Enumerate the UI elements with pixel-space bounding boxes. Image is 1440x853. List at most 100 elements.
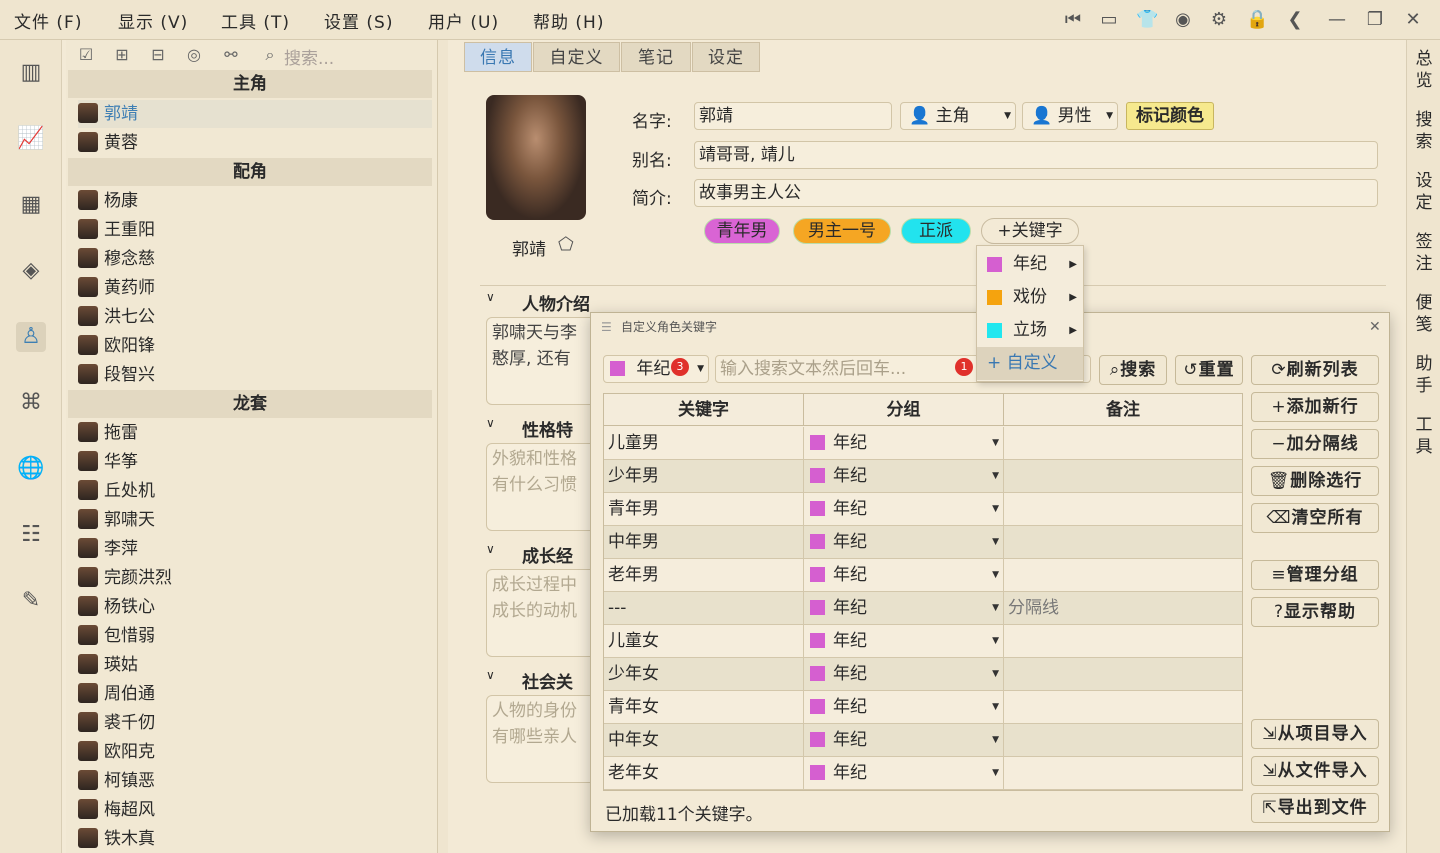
character-item[interactable]: 周伯通 <box>78 680 432 708</box>
tab-notes[interactable]: 笔记 <box>621 42 691 72</box>
note-cell[interactable] <box>1004 427 1242 459</box>
column-header-keyword[interactable]: 关键字 <box>604 394 804 426</box>
user-icon[interactable]: ◉ <box>1172 9 1194 31</box>
edit-icon[interactable]: ✎ <box>16 586 46 616</box>
keyword-cell[interactable]: 中年男 <box>604 526 804 558</box>
menu-tools[interactable]: 工具 (T) <box>221 8 290 33</box>
eye-icon[interactable]: ◎ <box>184 45 204 65</box>
right-tab-memo[interactable]: 便笺 <box>1407 292 1440 336</box>
add-separator-button[interactable]: −加分隔线 <box>1251 429 1379 459</box>
gear-icon[interactable]: ⚙ <box>1208 9 1230 31</box>
delete-row-button[interactable]: 🗑删除选行 <box>1251 466 1379 496</box>
table-row[interactable]: 老年男 年纪 ▼ <box>604 559 1242 592</box>
group-cell[interactable]: 年纪 ▼ <box>804 691 1004 723</box>
keyword-cell[interactable]: 儿童男 <box>604 427 804 459</box>
character-item[interactable]: 铁木真 <box>78 825 432 853</box>
note-cell[interactable] <box>1004 559 1242 591</box>
character-item[interactable]: 华筝 <box>78 448 432 476</box>
command-icon[interactable]: ⌘ <box>16 388 46 418</box>
clear-all-button[interactable]: ⌫清空所有 <box>1251 503 1379 533</box>
keyword-cell[interactable]: 老年女 <box>604 757 804 789</box>
chart-icon[interactable]: 📈 <box>16 124 46 154</box>
right-tab-settings[interactable]: 设定 <box>1407 170 1440 214</box>
note-cell[interactable] <box>1004 691 1242 723</box>
keyword-cell[interactable]: 青年男 <box>604 493 804 525</box>
group-cell[interactable]: 年纪 ▼ <box>804 493 1004 525</box>
character-item[interactable]: 郭啸天 <box>78 506 432 534</box>
close-icon[interactable]: ✕ <box>1369 313 1381 341</box>
character-item[interactable]: 郭靖 <box>78 100 432 128</box>
globe-icon[interactable]: 🌐 <box>16 454 46 484</box>
menu-help[interactable]: 帮助 (H) <box>533 8 604 33</box>
mark-color-button[interactable]: 标记颜色 <box>1126 102 1214 130</box>
search-button[interactable]: ⌕搜索 <box>1099 355 1167 385</box>
lock-icon[interactable]: 🔒 <box>1246 9 1268 31</box>
table-row[interactable]: 中年女 年纪 ▼ <box>604 724 1242 757</box>
tab-info[interactable]: 信息 <box>464 42 532 72</box>
refresh-list-button[interactable]: ⟳刷新列表 <box>1251 355 1379 385</box>
books-icon[interactable]: ▥ <box>16 58 46 88</box>
keyword-cell[interactable]: 青年女 <box>604 691 804 723</box>
character-item[interactable]: 洪七公 <box>78 303 432 331</box>
keyword-cell[interactable]: 老年男 <box>604 559 804 591</box>
character-item[interactable]: 瑛姑 <box>78 651 432 679</box>
character-item[interactable]: 欧阳锋 <box>78 332 432 360</box>
table-row[interactable]: 儿童女 年纪 ▼ <box>604 625 1242 658</box>
group-header-extras[interactable]: 龙套 <box>68 390 432 418</box>
import-project-button[interactable]: ⇲从项目导入 <box>1251 719 1379 749</box>
group-header-support[interactable]: 配角 <box>68 158 432 186</box>
role-select[interactable]: 👤 主角 ▼ <box>900 102 1016 130</box>
right-tab-assistant[interactable]: 助手 <box>1407 353 1440 397</box>
minimize-icon[interactable]: — <box>1326 9 1348 31</box>
collapse-icon[interactable]: ⊟ <box>148 45 168 65</box>
menu-item-stance[interactable]: 立场 ▶ <box>977 314 1083 347</box>
character-item[interactable]: 完颜洪烈 <box>78 564 432 592</box>
table-row[interactable]: --- 年纪 ▼ 分隔线 <box>604 592 1242 625</box>
close-icon[interactable]: ✕ <box>1402 9 1424 31</box>
table-row[interactable]: 儿童男 年纪 ▼ <box>604 427 1242 460</box>
character-item[interactable]: 杨康 <box>78 187 432 215</box>
tag-pill[interactable]: 男主一号 <box>793 218 891 244</box>
table-row[interactable]: 少年女 年纪 ▼ <box>604 658 1242 691</box>
table-row[interactable]: 少年男 年纪 ▼ <box>604 460 1242 493</box>
character-item[interactable]: 欧阳克 <box>78 738 432 766</box>
keyword-cell[interactable]: 少年男 <box>604 460 804 492</box>
keyword-cell[interactable]: 少年女 <box>604 658 804 690</box>
right-tab-tools[interactable]: 工具 <box>1407 414 1440 458</box>
note-cell[interactable] <box>1004 460 1242 492</box>
panel-splitter[interactable] <box>438 40 448 853</box>
note-cell[interactable] <box>1004 526 1242 558</box>
group-cell[interactable]: 年纪 ▼ <box>804 559 1004 591</box>
collapse-left-icon[interactable]: ⏮ <box>1062 9 1084 31</box>
group-cell[interactable]: 年纪 ▼ <box>804 592 1004 624</box>
tag-pill[interactable]: 青年男 <box>704 218 780 244</box>
intro-field[interactable]: 故事男主人公 <box>694 179 1378 207</box>
group-cell[interactable]: 年纪 ▼ <box>804 460 1004 492</box>
theme-shirt-icon[interactable]: 👕 <box>1136 9 1158 31</box>
import-file-button[interactable]: ⇲从文件导入 <box>1251 756 1379 786</box>
alias-field[interactable]: 靖哥哥, 靖儿 <box>694 141 1378 169</box>
right-tab-overview[interactable]: 总览 <box>1407 48 1440 92</box>
keyword-cell[interactable]: 儿童女 <box>604 625 804 657</box>
tab-custom[interactable]: 自定义 <box>533 42 620 72</box>
character-item[interactable]: 丘处机 <box>78 477 432 505</box>
export-file-button[interactable]: ⇱导出到文件 <box>1251 793 1379 823</box>
group-cell[interactable]: 年纪 ▼ <box>804 526 1004 558</box>
character-item[interactable]: 穆念慈 <box>78 245 432 273</box>
note-cell[interactable] <box>1004 757 1242 789</box>
chevron-down-icon[interactable]: ∨ <box>486 290 495 304</box>
chevron-down-icon[interactable]: ∨ <box>486 542 495 556</box>
note-cell[interactable]: 分隔线 <box>1004 592 1242 624</box>
character-item[interactable]: 包惜弱 <box>78 622 432 650</box>
character-item[interactable]: 黄蓉 <box>78 129 432 157</box>
table-row[interactable]: 中年男 年纪 ▼ <box>604 526 1242 559</box>
name-field[interactable]: 郭靖 <box>694 102 892 130</box>
reset-button[interactable]: ↺重置 <box>1175 355 1243 385</box>
keyword-cell[interactable]: --- <box>604 592 804 624</box>
note-cell[interactable] <box>1004 493 1242 525</box>
grid-icon[interactable]: ▦ <box>16 190 46 220</box>
character-item[interactable]: 杨铁心 <box>78 593 432 621</box>
menu-file[interactable]: 文件 (F) <box>14 8 82 33</box>
chevron-down-icon[interactable]: ∨ <box>486 416 495 430</box>
expand-icon[interactable]: ⊞ <box>112 45 132 65</box>
